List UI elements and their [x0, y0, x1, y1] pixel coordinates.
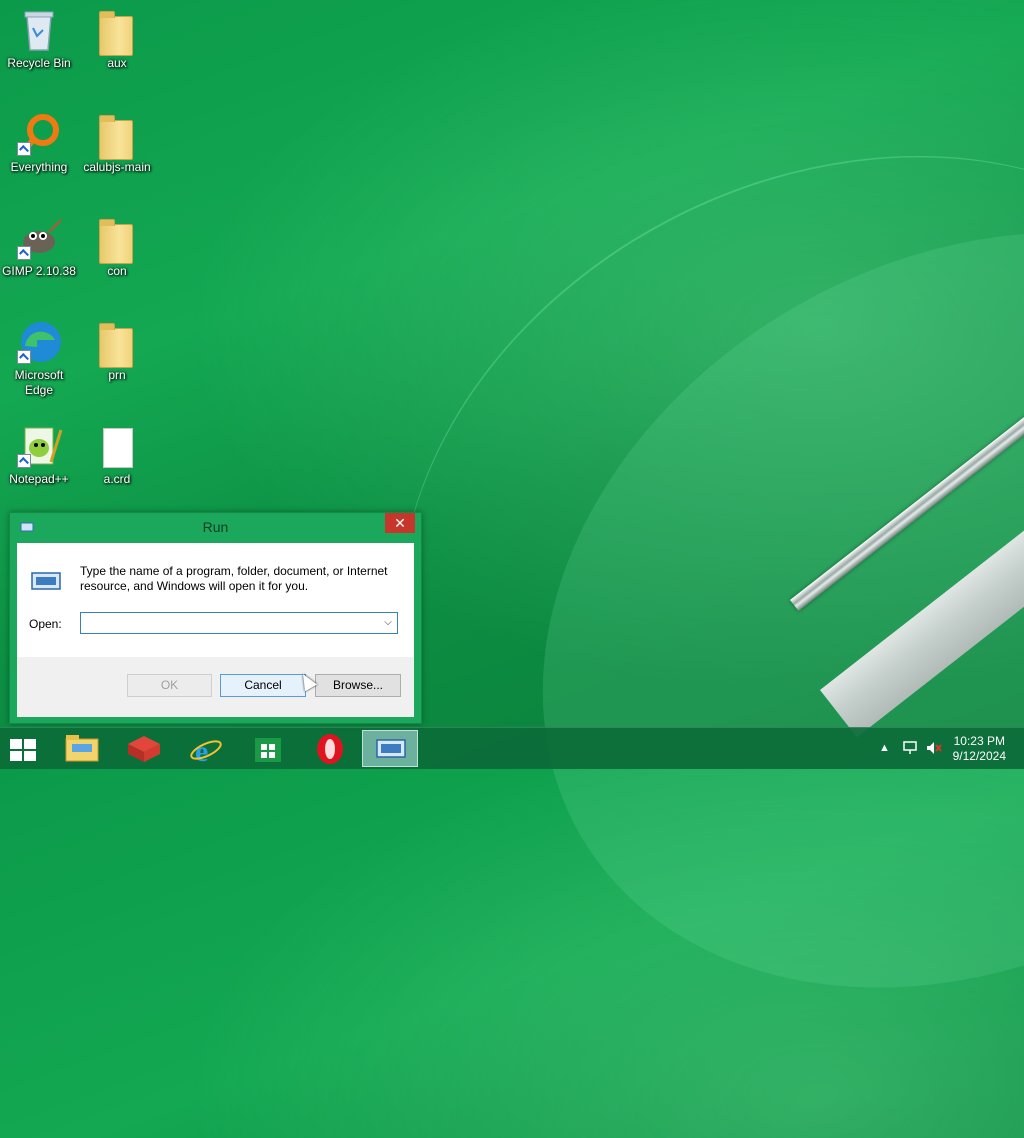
start-button[interactable]	[0, 730, 56, 767]
folder-icon	[93, 6, 141, 56]
taskbar-app-red-box[interactable]	[116, 730, 172, 767]
run-dialog-client: Type the name of a program, folder, docu…	[17, 543, 414, 717]
file-explorer-icon	[65, 735, 99, 762]
run-dialog-footer: OK Cancel Browse...	[17, 657, 414, 717]
desktop-icon-recycle-bin[interactable]: Recycle Bin	[1, 6, 77, 71]
browse-button[interactable]: Browse...	[315, 674, 401, 697]
taskbar-run[interactable]	[362, 730, 418, 767]
clock-time: 10:23 PM	[953, 734, 1005, 748]
close-button[interactable]: ✕	[385, 513, 415, 533]
recycle-bin-icon	[15, 6, 63, 54]
windows-logo-icon	[10, 739, 38, 763]
file-icon	[93, 422, 141, 470]
desktop-icon-gimp[interactable]: GIMP 2.10.38	[1, 214, 77, 279]
notepadpp-icon	[15, 422, 63, 470]
desktop-icon-microsoft-edge[interactable]: Microsoft Edge	[1, 318, 77, 398]
red-box-app-icon	[128, 736, 160, 762]
desktop-icon-label: Microsoft Edge	[14, 368, 64, 397]
desktop-icon-calubjs-main[interactable]: calubjs-main	[79, 110, 155, 175]
taskbar-opera[interactable]	[302, 730, 358, 767]
run-dialog-title: Run	[202, 519, 229, 535]
volume-muted-icon[interactable]	[926, 741, 942, 755]
taskbar: e ▲ 10:23 PM 9/12/2024	[0, 727, 1024, 769]
folder-icon	[93, 318, 141, 368]
show-hidden-icons-chevron-icon[interactable]: ▲	[879, 742, 890, 754]
everything-icon	[15, 110, 63, 158]
shortcut-arrow-icon	[17, 142, 31, 156]
folder-icon	[93, 110, 141, 160]
run-dialog-titlebar[interactable]: Run ✕	[10, 513, 421, 541]
network-icon[interactable]	[902, 741, 918, 755]
open-combobox[interactable]: ⌵	[80, 612, 398, 634]
desktop-icon-a-crd[interactable]: a.crd	[79, 422, 155, 487]
gimp-icon	[15, 214, 63, 262]
run-dialog: Run ✕ Type the name of a program, folder…	[9, 512, 422, 724]
run-description: Type the name of a program, folder, docu…	[80, 564, 388, 593]
desktop-icon-label: GIMP 2.10.38	[2, 264, 76, 278]
shortcut-arrow-icon	[17, 350, 31, 364]
svg-text:e: e	[195, 735, 208, 767]
desktop-icon-prn[interactable]: prn	[79, 318, 155, 383]
taskbar-windows-store[interactable]	[240, 730, 296, 767]
desktop-icon-label: prn	[108, 368, 126, 382]
desktop-icon-aux[interactable]: aux	[79, 6, 155, 71]
desktop-icon-label: con	[107, 264, 127, 278]
desktop-icon-label: a.crd	[103, 472, 131, 486]
desktop-icon-label: calubjs-main	[83, 160, 151, 174]
ok-button[interactable]: OK	[127, 674, 212, 697]
taskbar-internet-explorer[interactable]: e	[178, 730, 234, 768]
shortcut-arrow-icon	[17, 454, 31, 468]
folder-icon	[93, 214, 141, 264]
cancel-button[interactable]: Cancel	[220, 674, 306, 697]
taskbar-file-explorer[interactable]	[54, 730, 110, 767]
system-tray: ▲ 10:23 PM 9/12/2024	[864, 728, 1024, 769]
desktop-icon-label: Everything	[10, 160, 68, 174]
store-icon	[255, 738, 281, 762]
internet-explorer-icon: e	[190, 735, 222, 768]
edge-icon	[15, 318, 63, 366]
desktop-icon-label: aux	[107, 56, 127, 70]
clock-date: 9/12/2024	[952, 749, 1006, 763]
shortcut-arrow-icon	[17, 246, 31, 260]
desktop-icon-notepadpp[interactable]: Notepad++	[1, 422, 77, 487]
open-label: Open:	[29, 617, 62, 631]
desktop-icon-con[interactable]: con	[79, 214, 155, 279]
opera-icon	[317, 734, 343, 764]
desktop-icon-everything[interactable]: Everything	[1, 110, 77, 175]
chevron-down-icon[interactable]: ⌵	[382, 616, 394, 630]
desktop-icon-label: Notepad++	[9, 472, 69, 486]
run-program-icon	[31, 572, 61, 590]
clock[interactable]: 10:23 PM 9/12/2024	[953, 734, 1006, 764]
desktop-icon-label: Recycle Bin	[7, 56, 71, 70]
run-program-icon	[376, 739, 406, 758]
